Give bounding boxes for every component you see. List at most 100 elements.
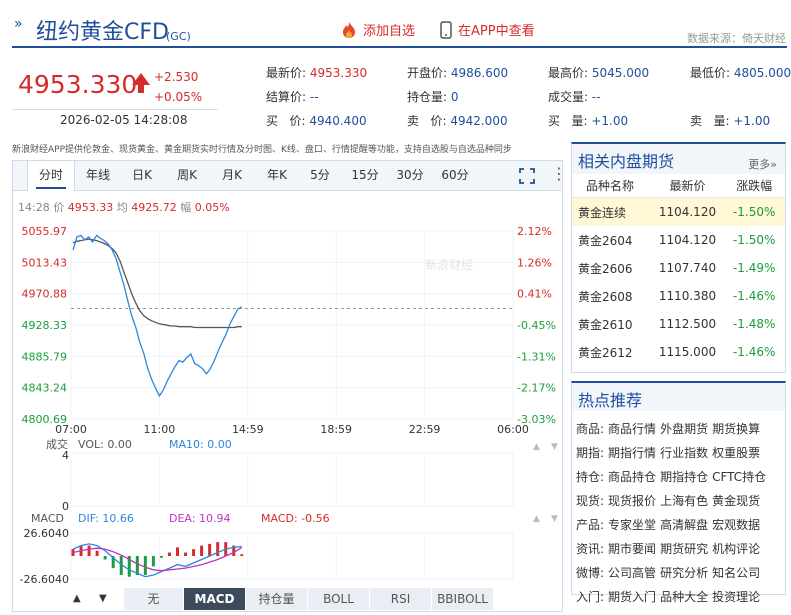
- hot-link[interactable]: 品种大全: [660, 590, 708, 604]
- settle-price-value: --: [309, 90, 319, 104]
- related-futures-table: 品种名称 最新价 涨跌幅 黄金连续 1104.120 -1.50% 黄金2604…: [571, 174, 786, 373]
- hot-link[interactable]: 期货研究: [660, 542, 708, 556]
- hot-row: 产品: 专家坐堂 高清解盘 宏观数据: [576, 513, 781, 537]
- phone-icon: [440, 20, 452, 39]
- up-arrow-icon: [132, 73, 150, 93]
- y-tick-label: 5013.43: [22, 256, 68, 269]
- hot-link[interactable]: 商品持仓: [608, 470, 656, 484]
- hot-link[interactable]: 商品行情: [608, 422, 656, 436]
- hot-link[interactable]: 上海有色: [660, 494, 708, 508]
- indicator-none[interactable]: 无: [124, 588, 184, 610]
- row-pct: -1.49%: [732, 261, 776, 275]
- hot-row: 现货: 现货报价 上海有色 黄金现货: [576, 489, 781, 513]
- hot-link[interactable]: 专家坐堂: [608, 518, 656, 532]
- ask-qty-cell: 卖 量: +1.00: [690, 112, 770, 129]
- hot-link[interactable]: 高清解盘: [660, 518, 708, 532]
- add-favorite-button[interactable]: 添加自选: [340, 20, 415, 39]
- more-link[interactable]: 更多»: [748, 156, 777, 172]
- volume-y-max: 4: [62, 449, 69, 462]
- ask-price-label: 卖 价:: [407, 114, 447, 128]
- y-tick-label: 5055.97: [22, 225, 68, 238]
- y-tick-label-pct: -1.31%: [517, 350, 556, 363]
- table-row[interactable]: 黄金2612 1115.000 -1.46%: [572, 338, 785, 366]
- hot-link[interactable]: CFTC持仓: [712, 470, 766, 484]
- hot-link[interactable]: 期市要闻: [608, 542, 656, 556]
- high-price-value: 5045.000: [591, 66, 650, 80]
- row-price: 1104.120: [658, 233, 717, 247]
- latest-price-cell: 最新价: 4953.330: [266, 64, 367, 81]
- hot-link[interactable]: 研究分析: [660, 566, 708, 580]
- open-price-label: 开盘价:: [407, 66, 448, 80]
- indicator-macd[interactable]: MACD: [184, 588, 246, 610]
- hot-row: 资讯: 期市要闻 期货研究 机构评论: [576, 537, 781, 561]
- panel-up-icon: ▲: [533, 442, 540, 452]
- flame-icon: [343, 21, 355, 38]
- row-name: 黄金2606: [578, 261, 633, 276]
- low-price-cell: 最低价: 4805.000: [690, 64, 791, 81]
- hot-link[interactable]: 知名公司: [712, 566, 760, 580]
- view-in-app-button[interactable]: 在APP中查看: [440, 20, 535, 39]
- volume-label: 成交量:: [548, 90, 589, 104]
- col-name: 品种名称: [586, 179, 635, 193]
- open-interest-value: 0: [450, 90, 459, 104]
- ask-price-value: 4942.000: [450, 114, 508, 128]
- bid-qty-label: 买 量:: [548, 114, 588, 128]
- table-row[interactable]: 黄金2604 1104.120 -1.50%: [572, 226, 785, 254]
- hot-link[interactable]: 公司高管: [608, 566, 656, 580]
- settle-price-cell: 结算价: --: [266, 88, 319, 105]
- hot-row-key: 入门:: [576, 590, 605, 604]
- bid-qty-cell: 买 量: +1.00: [548, 112, 628, 129]
- x-tick-label: 07:00: [55, 423, 87, 436]
- macd-y-min: -26.6040: [20, 573, 69, 586]
- symbol-code: (GC): [166, 30, 191, 43]
- hot-link[interactable]: 期指持仓: [660, 470, 708, 484]
- table-row[interactable]: 黄金2608 1110.380 -1.46%: [572, 282, 785, 310]
- indicator-rsi[interactable]: RSI: [370, 588, 432, 610]
- hot-recommend-header: 热点推荐: [571, 381, 786, 411]
- hot-row-key: 持仓:: [576, 470, 605, 484]
- volume-value: VOL: 0.00: [78, 438, 132, 451]
- hot-link[interactable]: 期指行情: [608, 446, 656, 460]
- y-tick-label: 4970.88: [22, 288, 68, 301]
- app-notice[interactable]: 新浪财经APP提供伦敦金、现货黄金、黄金期货实时行情及分时图、K线、盘口、行情提…: [12, 142, 512, 155]
- row-name: 黄金2612: [578, 345, 633, 360]
- latest-price-value: 4953.330: [309, 66, 368, 80]
- indicator-bbiboll[interactable]: BBIBOLL: [432, 588, 494, 610]
- hot-link[interactable]: 宏观数据: [712, 518, 760, 532]
- row-price: 1112.500: [658, 317, 717, 331]
- x-tick-label: 11:00: [144, 423, 176, 436]
- y-tick-label-pct: 2.12%: [517, 225, 552, 238]
- hot-link[interactable]: 外盘期货: [660, 422, 708, 436]
- indicator-boll[interactable]: BOLL: [308, 588, 370, 610]
- ask-qty-label: 卖 量:: [690, 114, 730, 128]
- latest-price-label: 最新价:: [266, 66, 307, 80]
- hot-link[interactable]: 黄金现货: [712, 494, 760, 508]
- price-line: [72, 234, 243, 398]
- y-tick-label: 4843.24: [22, 382, 68, 395]
- bid-price-label: 买 价:: [266, 114, 306, 128]
- hot-link[interactable]: 期货换算: [712, 422, 760, 436]
- table-row[interactable]: 黄金2606 1107.740 -1.49%: [572, 254, 785, 282]
- scroll-up-button[interactable]: ▲: [73, 593, 81, 604]
- macd-dea: DEA: 10.94: [169, 512, 230, 525]
- hot-row: 微博: 公司高管 研究分析 知名公司: [576, 561, 781, 585]
- indicator-open-interest[interactable]: 持仓量: [246, 588, 308, 610]
- volume-ma: MA10: 0.00: [169, 438, 232, 451]
- table-row[interactable]: 黄金连续 1104.120 -1.50%: [572, 198, 785, 226]
- macd-y-max: 26.6040: [24, 527, 70, 540]
- view-in-app-label: 在APP中查看: [458, 24, 535, 39]
- hot-link[interactable]: 投资理论: [712, 590, 760, 604]
- y-tick-label-pct: 0.41%: [517, 288, 552, 301]
- hot-link[interactable]: 期货入门: [608, 590, 656, 604]
- hot-link[interactable]: 权重股票: [712, 446, 760, 460]
- x-tick-label: 18:59: [320, 423, 352, 436]
- hot-link[interactable]: 行业指数: [660, 446, 708, 460]
- y-tick-label-pct: -2.17%: [517, 382, 556, 395]
- scroll-down-button[interactable]: ▼: [99, 593, 107, 604]
- hot-link[interactable]: 机构评论: [712, 542, 760, 556]
- table-row[interactable]: 黄金2610 1112.500 -1.48%: [572, 310, 785, 338]
- hot-link[interactable]: 现货报价: [608, 494, 656, 508]
- current-price: 4953.330: [18, 70, 138, 99]
- intraday-chart[interactable]: 5055.97 5013.43 4970.88 4928.33 4885.79 4843.…: [13, 161, 562, 611]
- panel-down-icon: ▼: [551, 514, 558, 524]
